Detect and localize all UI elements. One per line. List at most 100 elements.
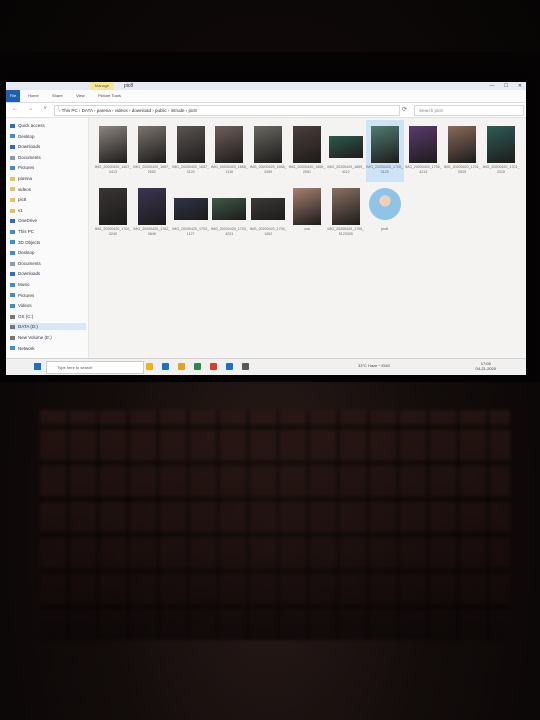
taskbar-app-icon[interactable] (242, 363, 249, 370)
sidebar-item-label: New Volume (E:) (18, 335, 52, 340)
tab-view[interactable]: View (76, 93, 85, 98)
tab-picture-tools[interactable]: Picture Tools (98, 93, 121, 98)
file-name: IMG_20200420_1658_2459 (249, 165, 287, 174)
drive-icon (10, 314, 15, 319)
windows-start-icon[interactable] (34, 363, 41, 370)
cube-icon (10, 240, 15, 245)
file-tile[interactable]: IMG_20200420_1701_0525 (443, 120, 481, 182)
sidebar-item-label: This PC (18, 229, 35, 234)
file-tile[interactable]: IMG_20200420_1658_2459 (249, 120, 287, 182)
file-tile[interactable]: pic8 (366, 182, 404, 244)
file-tile[interactable]: IMG_20200420_1657_2552 (133, 120, 171, 182)
file-name: IMG_20200420_1657_2552 (133, 165, 171, 174)
file-tab[interactable]: File (6, 90, 20, 102)
file-tile[interactable]: IMG_20200420_1701_2315 (482, 120, 520, 182)
sidebar-item-label: Documents (18, 260, 41, 266)
taskbar-search-input[interactable]: Type here to search (46, 361, 144, 374)
taskbar-app-icon[interactable] (210, 363, 217, 370)
sidebar-item[interactable]: Desktop (10, 133, 86, 140)
sidebar-item-label: Quick access (18, 123, 45, 128)
sidebar-item[interactable]: Music (10, 281, 86, 288)
sidebar-item-label: 3D Objects (18, 239, 41, 245)
file-tile[interactable]: IMG_20200420_1702_0245 (94, 182, 132, 244)
drive-icon (10, 335, 15, 340)
sidebar-item[interactable]: Pictures (10, 164, 86, 171)
sidebar-item-label: videos (18, 186, 32, 192)
address-bar[interactable]: › This PC › DATA › parena › videos › dow… (54, 105, 400, 116)
file-name: IMG_20200420_1704_1452 (249, 227, 287, 236)
image-thumbnail (293, 188, 321, 225)
file-tile[interactable]: IMG_20200420_1703_4021 (210, 182, 248, 244)
desktop-icon (10, 134, 15, 139)
image-thumbnail (328, 136, 363, 158)
sidebar-item[interactable]: Videos (10, 302, 86, 309)
sidebar-item-label: Downloads (18, 271, 41, 277)
file-tile[interactable]: cva (288, 182, 326, 244)
file-tile[interactable]: IMG_20200420_1703_1127 (172, 182, 210, 244)
image-thumbnail (331, 188, 360, 225)
refresh-icon[interactable]: ⟳ (402, 106, 407, 113)
close-button[interactable]: ✕ (518, 83, 522, 89)
file-tile[interactable]: IMG_20200420_1704_1452 (249, 182, 287, 244)
file-name: IMG_20200420_1703_1127 (172, 227, 209, 236)
window-title: pic8 (124, 83, 134, 89)
file-name: IMG_20200420_1703_4021 (211, 227, 248, 236)
taskbar-app-icon[interactable] (162, 363, 169, 370)
file-tile[interactable]: IMG_20200420_1700_3125 (365, 120, 404, 182)
sidebar-item-label: OS (C:) (18, 313, 34, 319)
manage-tab[interactable]: Manage (90, 82, 114, 90)
file-tile[interactable]: IMG_20200420_1659_2051 (288, 120, 326, 182)
taskbar-app-icon[interactable] (146, 363, 153, 370)
sidebar-item[interactable]: Desktop (10, 249, 86, 256)
sidebar-item[interactable]: OS (C:) (10, 313, 86, 320)
sidebar-item[interactable]: videos (10, 186, 86, 193)
sidebar-item[interactable]: Documents (10, 260, 86, 267)
file-explorer-window: Manage pic8 — ☐ ✕ File Home Share View P… (6, 82, 526, 374)
sidebar-item[interactable]: Network (10, 345, 86, 352)
sidebar-item[interactable]: 3D Objects (10, 239, 86, 246)
file-name: IMG_20200420_1701_2315 (482, 165, 520, 174)
sidebar-item[interactable]: parena (10, 175, 86, 182)
search-input[interactable]: Search pic8 (414, 105, 524, 116)
sidebar-item-label: Pictures (18, 165, 35, 171)
sidebar-item-label: parena (18, 176, 33, 181)
clock[interactable]: 17:05 04-21-2020 (476, 361, 496, 371)
sidebar-item[interactable]: Quick access (10, 122, 86, 129)
minimize-button[interactable]: — (490, 83, 495, 89)
tab-share[interactable]: Share (52, 93, 63, 98)
image-thumbnail (137, 188, 166, 225)
file-tile[interactable]: IMG_20200420_1659_4112 (327, 120, 365, 182)
folder-icon (10, 198, 15, 202)
file-tile[interactable]: IMG_20200420_1657_3120 (172, 120, 210, 182)
folder-icon (10, 208, 15, 213)
file-name: cva (304, 227, 310, 231)
taskbar-app-icon[interactable] (178, 363, 185, 370)
taskbar-app-icon[interactable] (226, 363, 233, 370)
system-tray[interactable]: 33°C Haze ^ ENG (358, 363, 390, 368)
file-tile[interactable]: IMG_20200420_1702_3846 (133, 182, 171, 244)
file-tile[interactable]: IMG_20200420_1705_5123305 (327, 182, 365, 244)
sidebar-item[interactable]: v1 (10, 207, 86, 214)
sidebar-item[interactable]: Downloads (10, 143, 86, 150)
taskbar-app-icon[interactable] (194, 363, 201, 370)
sidebar-item[interactable]: Pictures (10, 292, 86, 299)
sidebar-item[interactable]: Downloads (10, 270, 86, 277)
file-tile[interactable]: IMG_20200420_1700_4214 (404, 120, 442, 182)
tab-home[interactable]: Home (28, 93, 39, 98)
document-icon (10, 155, 15, 160)
image-thumbnail (409, 126, 438, 163)
download-icon (10, 272, 15, 277)
sidebar-item-label: Desktop (18, 133, 35, 139)
maximize-button[interactable]: ☐ (504, 83, 508, 89)
sidebar-item[interactable]: Documents (10, 154, 86, 161)
file-tile[interactable]: IMG_20200420_1657_2413 (94, 120, 132, 182)
file-name: IMG_20200420_1659_2051 (288, 165, 326, 174)
sidebar-item[interactable]: New Volume (E:) (10, 334, 86, 341)
sidebar-item[interactable]: DATA (D:) (10, 323, 86, 331)
sidebar-item[interactable]: This PC (10, 228, 86, 235)
download-icon (10, 145, 15, 149)
file-tile[interactable]: IMG_20200420_1658_1116 (210, 120, 248, 182)
sidebar-item-label: Pictures (18, 292, 35, 298)
sidebar-item[interactable]: OneDrive (10, 217, 86, 224)
sidebar-item[interactable]: pic8 (10, 196, 86, 203)
